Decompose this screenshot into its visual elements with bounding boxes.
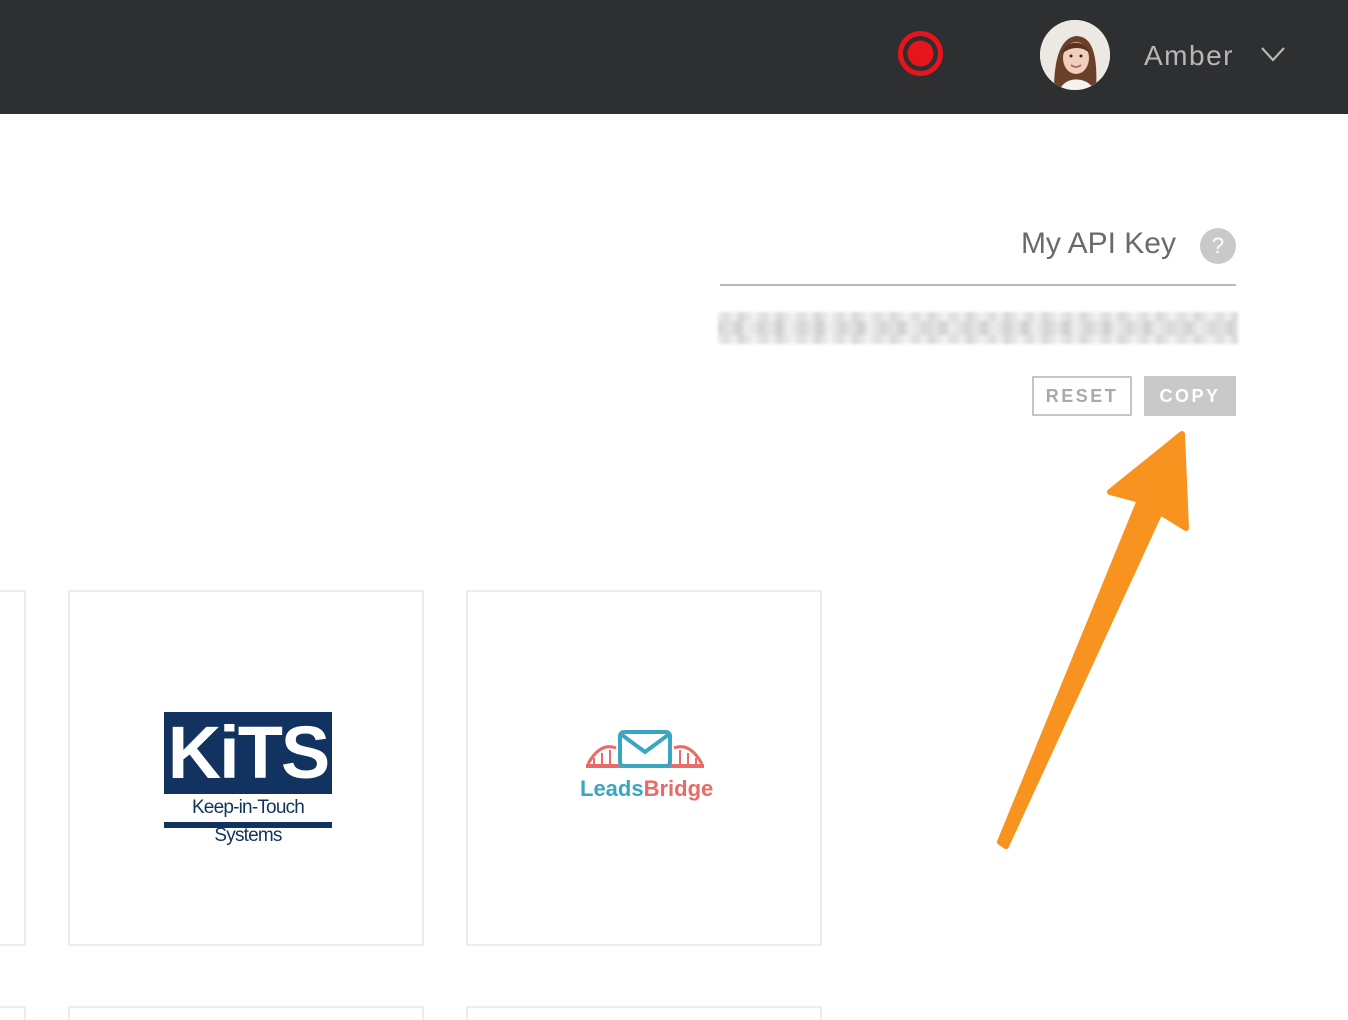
api-key-value-redacted[interactable] [718,312,1238,344]
chevron-down-icon[interactable] [1260,44,1286,64]
redaction-blur [718,321,1238,335]
copy-button[interactable]: COPY [1144,376,1236,416]
integration-card-leadsbridge[interactable]: LeadsBridge [466,590,822,946]
avatar[interactable] [1040,20,1110,90]
page: Amber My API Key ? RESET COPY KiTS Keep-… [0,0,1348,1020]
leadsbridge-logo-part-a: Leads [580,776,644,801]
leadsbridge-logo: LeadsBridge [580,728,713,808]
kits-logo: KiTS Keep-in-Touch Systems [164,711,332,846]
integration-card-partial[interactable] [0,590,26,946]
leadsbridge-logo-part-b: Bridge [643,776,714,801]
api-key-title: My API Key [1020,227,1176,260]
record-icon[interactable] [897,30,944,77]
integration-card-partial[interactable] [466,1006,822,1020]
integration-card-partial[interactable] [68,1006,424,1020]
leadsbridge-logo-text: LeadsBridge [580,776,713,802]
top-bar: Amber [0,0,1348,114]
annotation-arrow [997,431,1189,849]
integration-card-kits[interactable]: KiTS Keep-in-Touch Systems [68,590,424,946]
integration-card-partial[interactable] [0,1006,26,1020]
api-key-divider [720,284,1236,286]
user-name[interactable]: Amber [1144,36,1234,76]
kits-logo-title: KiTS [167,711,331,794]
reset-button[interactable]: RESET [1032,376,1132,416]
avatar-image [1040,20,1110,90]
bridge-envelope-icon [586,730,704,768]
help-icon[interactable]: ? [1200,228,1236,264]
kits-logo-subtitle: Keep-in-Touch Systems [164,794,332,846]
